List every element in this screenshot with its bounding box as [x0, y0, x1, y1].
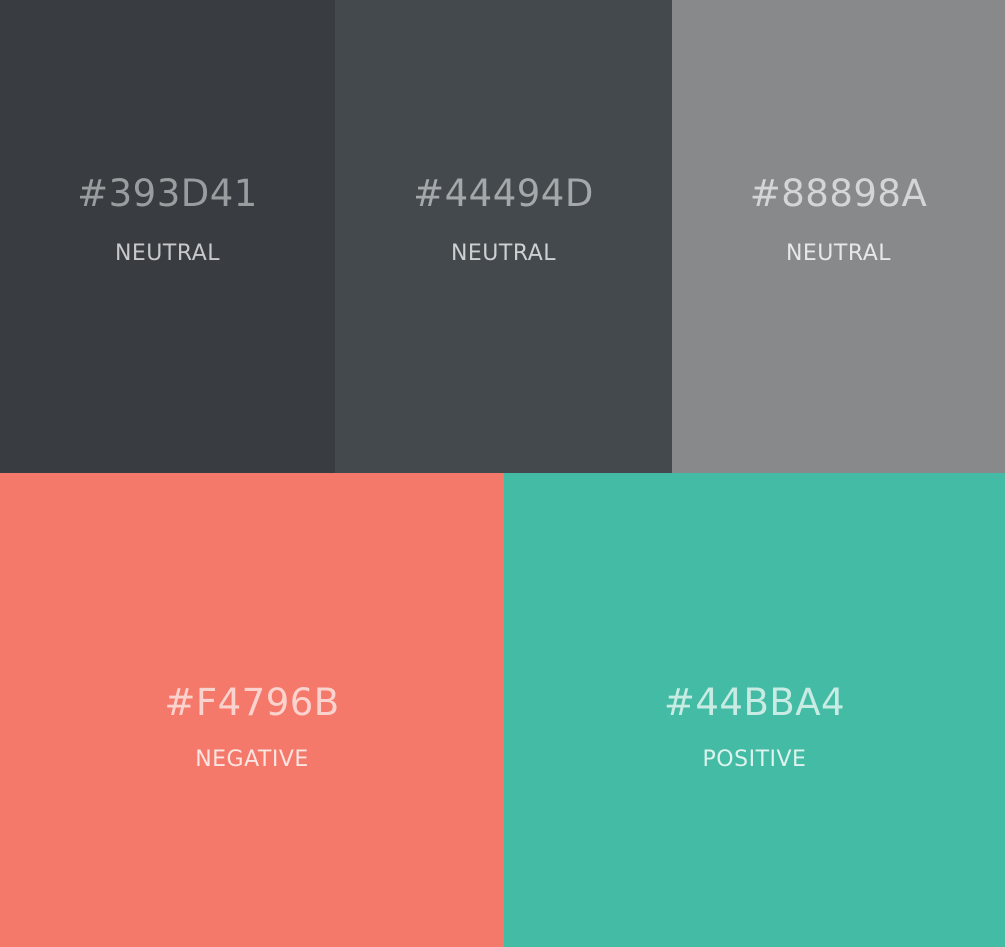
swatch-393d41[interactable]: #393D41 NEUTRAL [0, 0, 335, 473]
swatch-hex-code: #393D41 [77, 172, 258, 215]
swatch-44bba4[interactable]: #44BBA4 POSITIVE [504, 473, 1005, 947]
swatch-hex-code: #44BBA4 [663, 681, 846, 724]
swatch-category-label: POSITIVE [702, 747, 807, 772]
swatch-category-label: NEUTRAL [450, 241, 557, 266]
palette-row-bottom: #F4796B NEGATIVE #44BBA4 POSITIVE [0, 473, 1005, 947]
swatch-category-label: NEUTRAL [114, 241, 221, 266]
swatch-category-label: NEUTRAL [785, 241, 892, 266]
swatch-88898a[interactable]: #88898A NEUTRAL [672, 0, 1005, 473]
color-palette: #393D41 NEUTRAL #44494D NEUTRAL #88898A … [0, 0, 1005, 947]
palette-row-top: #393D41 NEUTRAL #44494D NEUTRAL #88898A … [0, 0, 1005, 473]
swatch-hex-code: #44494D [413, 172, 594, 215]
swatch-hex-code: #88898A [749, 172, 928, 215]
swatch-f4796b[interactable]: #F4796B NEGATIVE [0, 473, 504, 947]
swatch-hex-code: #F4796B [164, 681, 340, 724]
swatch-44494d[interactable]: #44494D NEUTRAL [335, 0, 672, 473]
swatch-category-label: NEGATIVE [195, 747, 309, 772]
